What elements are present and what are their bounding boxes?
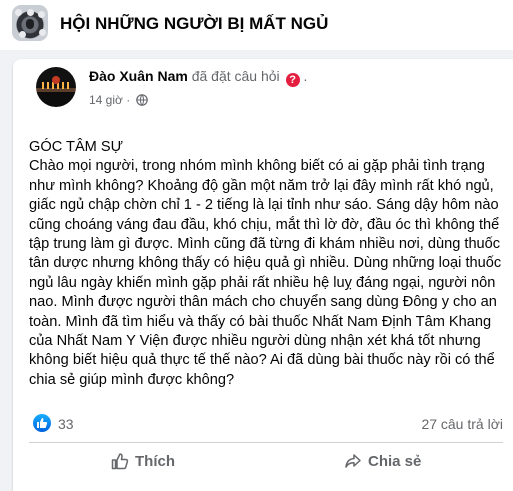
post-meta: 14 giờ · bbox=[89, 93, 148, 107]
globe-icon[interactable] bbox=[135, 94, 148, 106]
reaction-count[interactable]: 33 bbox=[58, 416, 74, 432]
answers-count[interactable]: 27 câu trả lời bbox=[421, 416, 503, 432]
like-reaction-icon[interactable] bbox=[33, 414, 51, 432]
post-heading: GÓC TÂM SỰ bbox=[29, 139, 124, 155]
group-header: HỘI NHỮNG NGƯỜI BỊ MẤT NGỦ bbox=[0, 0, 513, 50]
post-body: GÓC TÂM SỰ Chào mọi người, trong nhóm mì… bbox=[29, 138, 505, 390]
divider bbox=[29, 442, 503, 443]
thumbs-up-icon bbox=[111, 453, 129, 470]
like-button[interactable]: Thích bbox=[111, 452, 175, 480]
author-avatar[interactable] bbox=[36, 67, 76, 107]
share-button[interactable]: Chia sẻ bbox=[344, 452, 421, 480]
question-icon: ? bbox=[285, 73, 300, 87]
post-author-line: Đào Xuân Nam đã đặt câu hỏi ? . bbox=[89, 68, 307, 87]
group-avatar[interactable] bbox=[12, 5, 48, 41]
share-icon bbox=[345, 454, 361, 468]
like-label: Thích bbox=[135, 453, 175, 470]
author-name[interactable]: Đào Xuân Nam bbox=[89, 68, 188, 84]
post-card: Đào Xuân Nam đã đặt câu hỏi ? . 14 giờ ·… bbox=[13, 59, 513, 491]
trailing-dot: . bbox=[303, 68, 308, 84]
stats-row: 33 27 câu trả lời bbox=[29, 414, 503, 434]
post-text: Chào mọi người, trong nhóm mình không bi… bbox=[29, 158, 502, 388]
group-title[interactable]: HỘI NHỮNG NGƯỜI BỊ MẤT NGỦ bbox=[60, 14, 328, 34]
share-label: Chia sẻ bbox=[368, 453, 422, 470]
post-action-text: đã đặt câu hỏi bbox=[191, 68, 280, 84]
post-time[interactable]: 14 giờ bbox=[89, 93, 123, 107]
